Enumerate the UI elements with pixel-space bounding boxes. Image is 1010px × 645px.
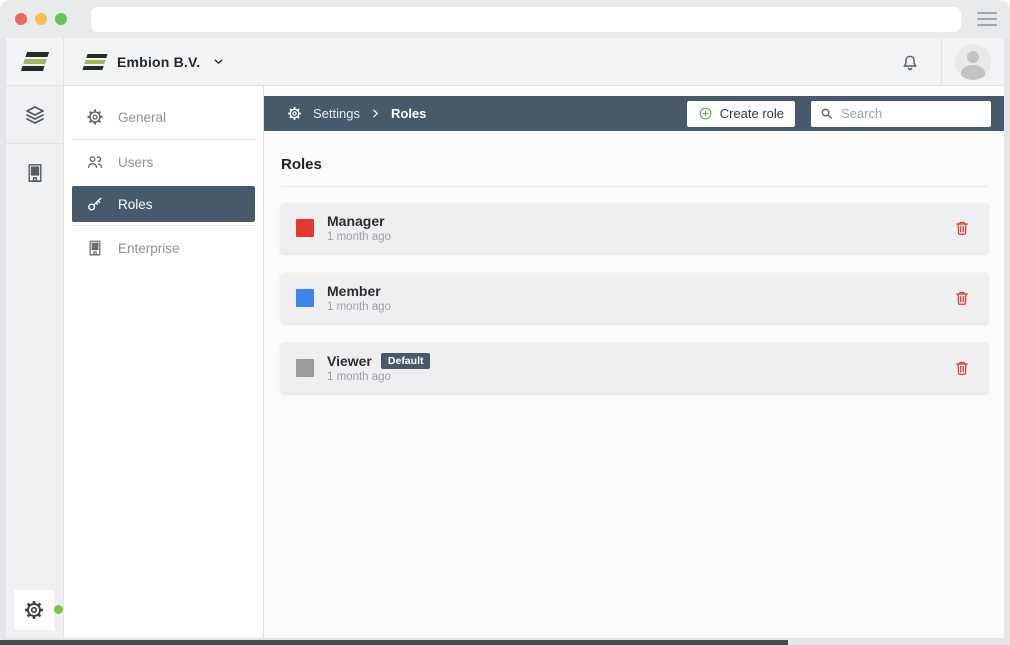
browser-menu-icon[interactable]	[977, 12, 997, 26]
default-role-badge: Default	[381, 353, 431, 370]
role-row-member[interactable]: Member 1 month ago	[281, 273, 988, 323]
icon-rail	[6, 86, 64, 638]
role-row-manager[interactable]: Manager 1 month ago	[281, 203, 988, 253]
page-title: Roles	[281, 156, 988, 173]
gear-icon	[22, 598, 46, 622]
embion-logo-icon	[82, 54, 107, 70]
building-icon	[85, 238, 105, 258]
notifications-button[interactable]	[879, 38, 941, 85]
sidebar-item-label: Enterprise	[118, 241, 180, 256]
header-actions	[879, 38, 1004, 85]
role-color-swatch	[296, 289, 314, 307]
layers-icon	[23, 103, 47, 127]
users-icon	[85, 152, 105, 172]
sidebar-divider	[71, 225, 256, 226]
role-updated: 1 month ago	[327, 371, 430, 383]
trash-icon	[953, 289, 971, 307]
role-name: Member	[327, 283, 381, 299]
search-input[interactable]	[841, 106, 983, 121]
chevron-down-icon	[212, 55, 225, 68]
role-name: Viewer	[327, 353, 372, 369]
plus-circle-icon	[698, 106, 713, 121]
role-updated: 1 month ago	[327, 301, 391, 313]
sidebar-item-label: Users	[118, 155, 153, 170]
search-icon	[819, 106, 834, 121]
breadcrumb-section[interactable]: Settings	[313, 106, 360, 121]
create-role-button[interactable]: Create role	[687, 101, 795, 127]
delete-role-button[interactable]	[951, 287, 973, 309]
browser-chrome	[0, 0, 1010, 38]
sidebar-item-users[interactable]: Users	[64, 141, 263, 183]
rail-item-enterprise[interactable]	[6, 144, 63, 201]
sidebar-divider	[71, 139, 256, 140]
app-logo-button[interactable]	[6, 38, 64, 85]
sidebar-item-enterprise[interactable]: Enterprise	[64, 227, 263, 269]
breadcrumb-chevron-icon	[370, 108, 381, 119]
online-status-dot	[54, 605, 63, 614]
roles-list: Manager 1 month ago	[281, 203, 988, 393]
account-menu-button[interactable]	[942, 38, 1004, 85]
minimize-window-button[interactable]	[35, 13, 47, 25]
app-frame: Embion B.V.	[0, 38, 1010, 645]
address-bar[interactable]	[91, 7, 961, 32]
gear-icon	[85, 107, 105, 127]
rail-item-layers[interactable]	[6, 86, 63, 143]
trash-icon	[953, 359, 971, 377]
role-updated: 1 month ago	[327, 231, 391, 243]
zoom-window-button[interactable]	[55, 13, 67, 25]
breadcrumb-current: Roles	[391, 106, 426, 121]
sidebar-item-label: Roles	[118, 197, 153, 212]
sidebar-item-general[interactable]: General	[64, 96, 263, 138]
title-divider	[281, 186, 988, 187]
browser-window: Embion B.V.	[0, 0, 1010, 645]
company-switcher[interactable]: Embion B.V.	[85, 54, 225, 70]
key-icon	[85, 194, 105, 214]
role-color-swatch	[296, 219, 314, 237]
settings-sidebar: General Users	[64, 86, 264, 638]
delete-role-button[interactable]	[951, 357, 973, 379]
close-window-button[interactable]	[15, 13, 27, 25]
window-controls	[15, 13, 67, 25]
breadcrumb: Settings Roles	[286, 105, 426, 122]
bell-icon	[899, 51, 921, 73]
search-field	[811, 101, 991, 127]
app-header: Embion B.V.	[6, 38, 1004, 86]
embion-logo-icon	[20, 52, 48, 71]
main-panel: Settings Roles	[264, 86, 1004, 638]
company-name: Embion B.V.	[117, 54, 200, 70]
role-color-swatch	[296, 359, 314, 377]
building-icon	[23, 161, 47, 185]
trash-icon	[953, 219, 971, 237]
breadcrumb-bar: Settings Roles	[264, 96, 1004, 131]
sidebar-item-roles[interactable]: Roles	[72, 186, 255, 222]
create-role-label: Create role	[720, 106, 784, 121]
toolbar: Create role	[687, 101, 991, 127]
role-row-viewer[interactable]: Viewer Default 1 month ago	[281, 343, 988, 393]
delete-role-button[interactable]	[951, 217, 973, 239]
window-bottom-edge	[0, 640, 788, 645]
sidebar-item-label: General	[118, 110, 166, 125]
role-name: Manager	[327, 213, 385, 229]
roles-content: Roles Manager 1 month ago	[264, 131, 1004, 393]
avatar	[955, 44, 991, 80]
system-settings-button[interactable]	[14, 590, 54, 630]
gear-icon	[286, 105, 303, 122]
